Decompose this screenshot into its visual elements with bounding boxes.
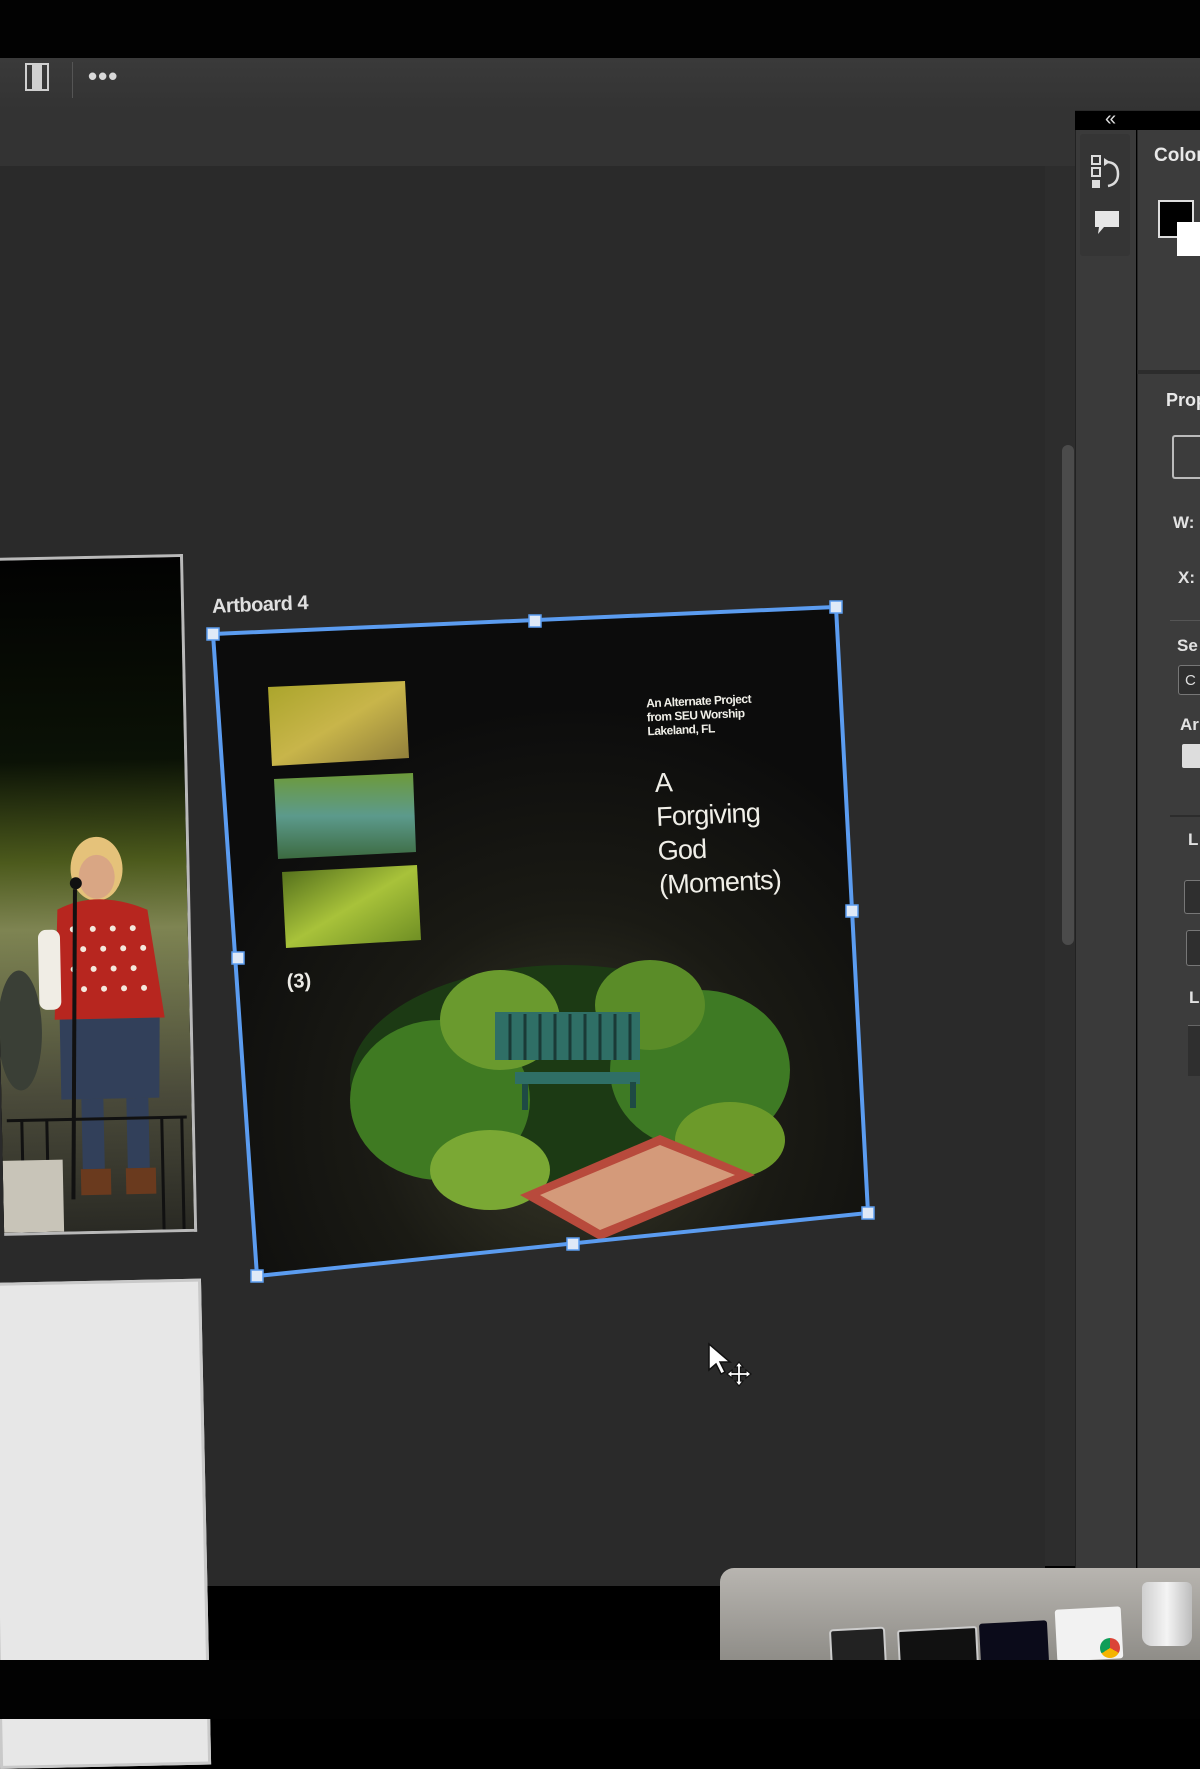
panel-divider: [1170, 815, 1200, 817]
layers-label: L: [1188, 830, 1199, 849]
layer-field-3[interactable]: [1188, 1025, 1200, 1076]
resize-handle-bottom-right[interactable]: [861, 1206, 875, 1220]
cover-thumbnail-3: [282, 865, 421, 948]
chrome-icon[interactable]: [1100, 1638, 1120, 1658]
width-label: W:: [1173, 513, 1195, 532]
artboard-background-label: Ar: [1180, 715, 1199, 734]
resize-handle-bottom-left[interactable]: [250, 1269, 264, 1283]
color-panel-title[interactable]: Color: [1154, 145, 1200, 167]
resize-handle-left[interactable]: [231, 951, 245, 965]
cover-title-line-1: A: [654, 767, 673, 798]
artboard-4[interactable]: An Alternate Project from SEU Worship La…: [0, 0, 1045, 1420]
resize-handle-right[interactable]: [845, 904, 859, 918]
bottom-bezel: [0, 1660, 1200, 1719]
background-color-swatch[interactable]: [1177, 222, 1200, 256]
album-cover: [213, 607, 868, 1276]
transform-icon[interactable]: [1172, 435, 1200, 479]
cover-thumbnail-1: [268, 681, 409, 766]
dock-thumbnail-3[interactable]: [978, 1620, 1050, 1666]
cover-credit-line-3: Lakeland, FL: [647, 721, 715, 738]
layer-field-2[interactable]: [1186, 930, 1200, 966]
canvas-scrollbar-thumb[interactable]: [1062, 445, 1074, 945]
cover-title-line-2: Forgiving: [656, 797, 761, 832]
x-position-label: X:: [1178, 568, 1195, 587]
panel-icon-strip: [1075, 130, 1136, 1590]
history-icon[interactable]: [1090, 152, 1122, 192]
trash-icon[interactable]: [1142, 1582, 1192, 1646]
panel-divider: [1137, 370, 1200, 374]
resize-handle-bottom[interactable]: [566, 1237, 580, 1251]
layer-field-1[interactable]: [1184, 880, 1200, 914]
artboard-background-swatch[interactable]: [1182, 744, 1200, 768]
comment-icon[interactable]: [1092, 208, 1122, 238]
layer-section-label: L: [1189, 988, 1200, 1007]
set-dropdown[interactable]: C: [1178, 665, 1200, 695]
resize-handle-top-left[interactable]: [206, 627, 220, 641]
cover-title-line-4: (Moments): [659, 865, 782, 900]
panel-divider: [1170, 620, 1200, 621]
cover-thumbnail-2: [274, 773, 416, 859]
properties-panel: [1137, 130, 1200, 1590]
properties-panel-title[interactable]: Prop: [1166, 390, 1200, 411]
cover-title-line-3: God: [657, 834, 707, 866]
collapse-panels-icon[interactable]: «: [1105, 108, 1116, 131]
cover-number: (3): [286, 970, 311, 993]
resize-handle-top-right[interactable]: [829, 600, 843, 614]
resize-handle-top[interactable]: [528, 614, 542, 628]
set-label: Se: [1177, 636, 1198, 655]
move-cursor-icon: [708, 1342, 752, 1387]
